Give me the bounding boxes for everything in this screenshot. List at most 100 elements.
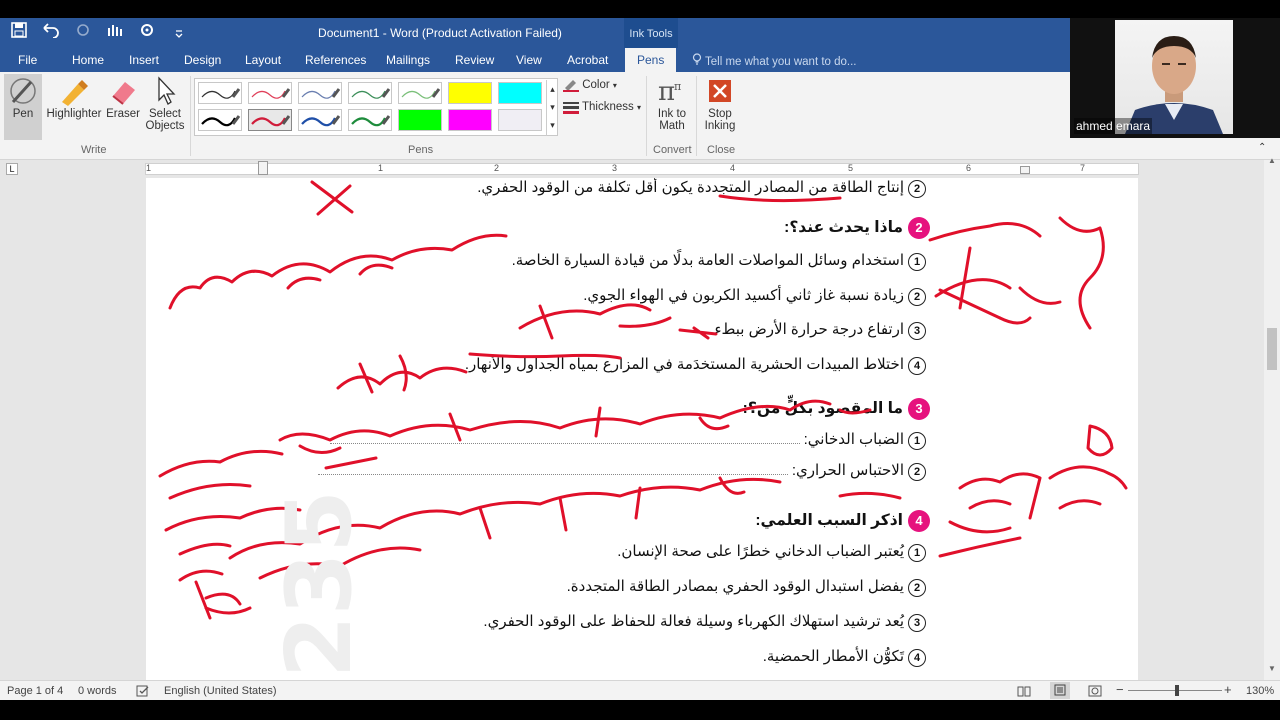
qat-dropdown-icon[interactable]	[168, 22, 190, 44]
web-layout-icon[interactable]	[1088, 685, 1102, 700]
pen-icon	[10, 78, 36, 104]
tab-file[interactable]: File	[18, 53, 37, 67]
proofing-icon[interactable]	[136, 685, 150, 700]
pen-swatch[interactable]	[198, 109, 242, 131]
color-pen-icon	[563, 80, 579, 92]
touch-mode-icon[interactable]	[104, 22, 126, 44]
item-number: 3	[908, 322, 926, 340]
ribbon-tabs: File Home Insert Design Layout Reference…	[0, 48, 1070, 72]
document-page[interactable]: 2إنتاج الطاقة من المصادر المتجددة يكون أ…	[146, 178, 1138, 680]
pen-swatch[interactable]	[298, 82, 342, 104]
indent-marker[interactable]	[258, 161, 268, 175]
doc-line: 2يفضل استبدال الوقود الحفري بمصادر الطاق…	[567, 577, 926, 597]
question-number: 3	[908, 398, 930, 420]
eraser-button[interactable]: Eraser	[106, 76, 140, 120]
stop-inking-label-2: Inking	[704, 120, 736, 132]
group-divider	[696, 76, 697, 156]
question-title: اذكر السبب العلمي:	[755, 512, 903, 529]
pen-button[interactable]: Pen	[6, 76, 40, 120]
right-indent-marker[interactable]	[1020, 166, 1030, 174]
tab-stop-selector[interactable]: L	[6, 163, 18, 175]
zoom-out-button[interactable]: −	[1116, 682, 1124, 697]
pen-swatch[interactable]	[248, 82, 292, 104]
ink-to-math-button[interactable]: ππ Ink to Math	[652, 76, 692, 132]
pen-swatch[interactable]	[448, 109, 492, 131]
pen-swatch[interactable]	[348, 109, 392, 131]
zoom-in-button[interactable]: +	[1224, 682, 1232, 697]
pen-swatch[interactable]	[398, 109, 442, 131]
customize-icon[interactable]	[136, 22, 158, 44]
tab-mailings[interactable]: Mailings	[386, 53, 430, 67]
collapse-ribbon-icon[interactable]: ⌃	[1258, 142, 1266, 153]
doc-line: 2إنتاج الطاقة من المصادر المتجددة يكون أ…	[477, 178, 926, 198]
ruler-bar: L 1 1 2 3 4 5 6 7	[0, 160, 1280, 178]
select-cursor-icon	[158, 76, 176, 105]
tab-home[interactable]: Home	[72, 53, 104, 67]
tab-design[interactable]: Design	[184, 53, 221, 67]
doc-line: 1استخدام وسائل المواصلات العامة بدلًا من…	[512, 251, 926, 271]
tell-me-search[interactable]: Tell me what you want to do...	[692, 53, 857, 68]
tab-review[interactable]: Review	[455, 53, 494, 67]
pen-swatch[interactable]	[498, 82, 542, 104]
pi-icon: ππ	[658, 77, 681, 106]
thickness-button[interactable]: Thickness ▾	[563, 100, 641, 114]
eraser-label: Eraser	[106, 108, 140, 120]
scroll-thumb[interactable]	[1267, 328, 1277, 370]
video-bottom-bar	[0, 700, 1280, 720]
horizontal-ruler[interactable]: 1 1 2 3 4 5 6 7	[145, 161, 1139, 175]
select-objects-label-1: Select	[149, 108, 181, 120]
tab-view[interactable]: View	[516, 53, 542, 67]
doc-line: 4تَكوُّن الأمطار الحمضية.	[763, 647, 926, 667]
pen-swatch[interactable]	[298, 109, 342, 131]
color-dropdown-icon: ▾	[612, 81, 617, 91]
redo-icon[interactable]	[72, 22, 94, 44]
ruler-number: 6	[966, 163, 972, 173]
scroll-down-arrow-icon[interactable]: ▼	[1268, 664, 1276, 673]
doc-line-text: يفضل استبدال الوقود الحفري بمصادر الطاقة…	[566, 578, 904, 595]
zoom-slider-thumb[interactable]	[1175, 685, 1179, 696]
page-count[interactable]: Page 1 of 4	[7, 685, 63, 697]
svg-text:π: π	[674, 80, 681, 93]
highlighter-button[interactable]: Highlighter	[44, 76, 104, 120]
lightbulb-icon	[692, 53, 702, 65]
color-label: Color	[582, 79, 610, 92]
undo-icon[interactable]	[40, 22, 62, 44]
vertical-scrollbar[interactable]: ▲ ▼	[1264, 156, 1280, 680]
tab-acrobat[interactable]: Acrobat	[567, 53, 608, 67]
stop-inking-button[interactable]: Stop Inking	[701, 76, 739, 132]
scroll-up-arrow-icon[interactable]: ▲	[1268, 156, 1276, 165]
pen-swatch[interactable]	[398, 82, 442, 104]
item-number: 2	[908, 463, 926, 481]
thickness-icon	[563, 102, 579, 114]
select-objects-button[interactable]: Select Objects	[143, 76, 187, 132]
pen-swatch[interactable]	[448, 82, 492, 104]
print-layout-icon[interactable]	[1050, 682, 1070, 699]
item-number: 1	[908, 544, 926, 562]
pen-swatch[interactable]	[248, 109, 292, 131]
pen-swatch[interactable]	[198, 82, 242, 104]
thickness-label: Thickness	[582, 101, 634, 114]
select-objects-label-2: Objects	[145, 120, 185, 132]
gallery-scroll[interactable]: ▴ ▾ ▾	[546, 80, 558, 136]
question-heading: 3 ما المقصود بكلٍّ من؟:	[743, 398, 930, 420]
word-count[interactable]: 0 words	[78, 685, 117, 697]
group-divider	[190, 76, 191, 156]
zoom-level[interactable]: 130%	[1246, 685, 1274, 697]
ruler-number: 5	[848, 163, 854, 173]
doc-line: 3ارتفاع درجة حرارة الأرض ببطء.	[710, 320, 926, 340]
ruler-number: 3	[612, 163, 618, 173]
eraser-icon	[112, 82, 135, 105]
pen-swatch[interactable]	[498, 109, 542, 131]
tab-insert[interactable]: Insert	[129, 53, 159, 67]
doc-line: 3يُعد ترشيد استهلاك الكهرباء وسيلة فعالة…	[483, 612, 926, 632]
doc-line-text: زيادة نسبة غاز ثاني أكسيد الكربون في اله…	[583, 287, 904, 304]
tab-layout[interactable]: Layout	[245, 53, 281, 67]
pen-swatch[interactable]	[348, 82, 392, 104]
tab-references[interactable]: References	[305, 53, 366, 67]
ruler-number: 1	[146, 163, 152, 173]
read-mode-icon[interactable]	[1017, 685, 1031, 700]
save-icon[interactable]	[8, 22, 30, 44]
tab-pens[interactable]: Pens	[625, 48, 677, 72]
language-indicator[interactable]: English (United States)	[164, 685, 277, 697]
color-button[interactable]: Color ▾	[563, 78, 617, 92]
